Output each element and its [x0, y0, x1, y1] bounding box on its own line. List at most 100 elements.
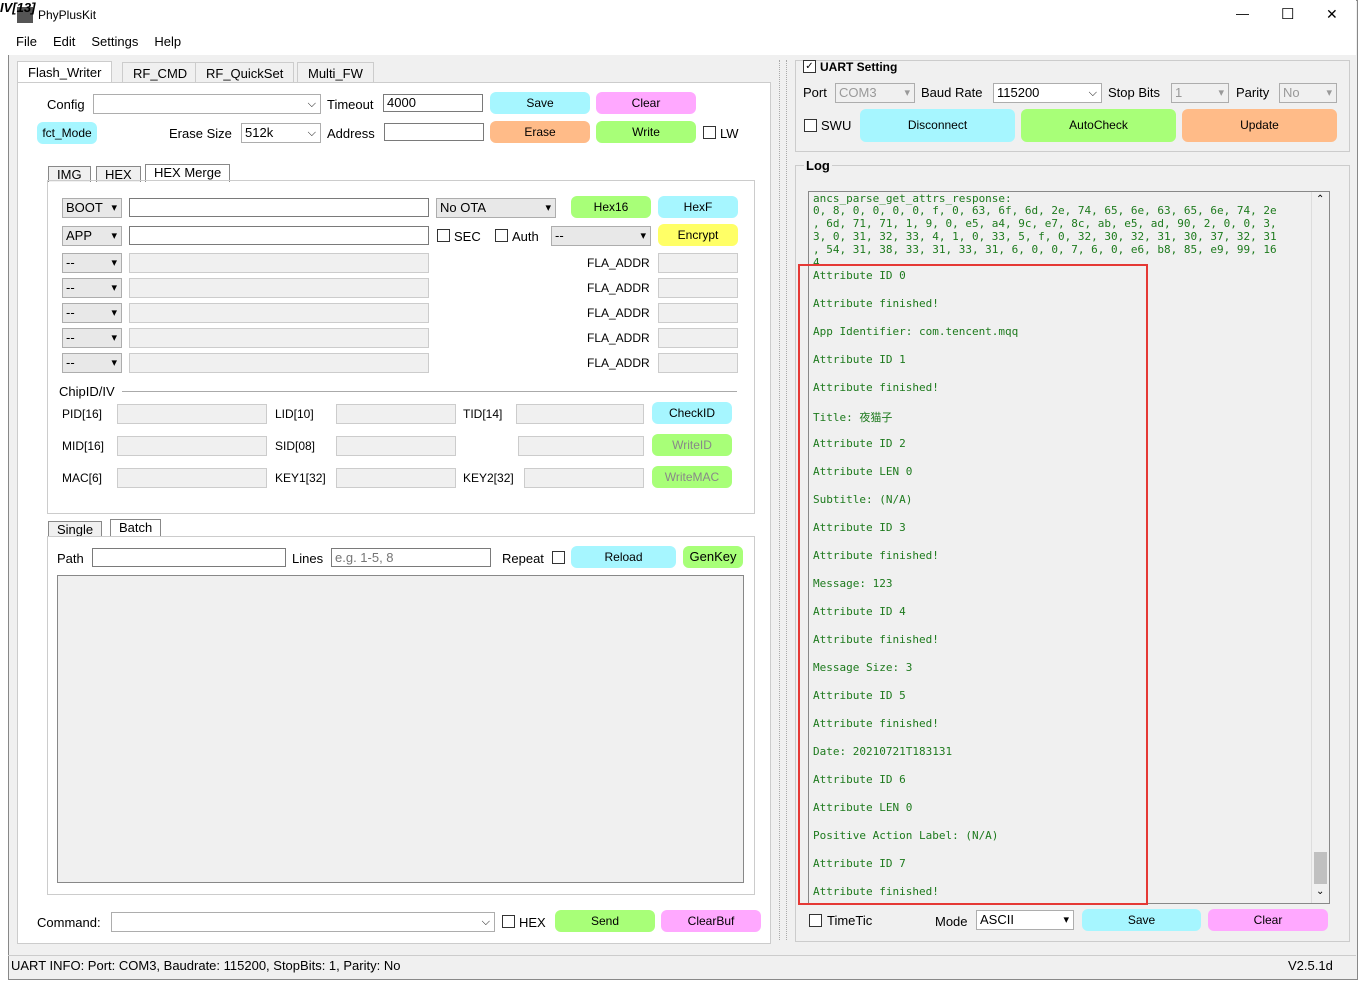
- timetic-checkbox[interactable]: [809, 914, 822, 927]
- lw-checkbox[interactable]: [703, 126, 716, 139]
- command-input[interactable]: [111, 912, 495, 932]
- sid-label: SID[08]: [275, 439, 316, 453]
- mode-select[interactable]: ASCII: [976, 910, 1074, 930]
- fla-addr-input[interactable]: [658, 253, 738, 273]
- iv-input[interactable]: [518, 436, 644, 456]
- repeat-checkbox[interactable]: [552, 551, 565, 564]
- ota-select[interactable]: No OTA: [436, 198, 556, 218]
- menu-edit[interactable]: Edit: [53, 34, 75, 49]
- key1-input[interactable]: [336, 468, 456, 488]
- fla-addr-input[interactable]: [658, 278, 738, 298]
- writemac-button[interactable]: WriteMAC: [652, 466, 732, 488]
- encrypt-button[interactable]: Encrypt: [658, 224, 738, 246]
- fla-addr-input[interactable]: [658, 328, 738, 348]
- boot-select[interactable]: BOOT: [62, 198, 122, 218]
- baud-rate-select[interactable]: 115200: [993, 83, 1102, 103]
- menu-settings[interactable]: Settings: [91, 34, 138, 49]
- uart-info: UART INFO: Port: COM3, Baudrate: 115200,…: [11, 958, 401, 973]
- region-path-input[interactable]: [129, 353, 429, 373]
- region-select[interactable]: --: [62, 353, 122, 373]
- region-select[interactable]: --: [62, 328, 122, 348]
- region-path-input[interactable]: [129, 303, 429, 323]
- region-path-input[interactable]: [129, 253, 429, 273]
- hex-checkbox[interactable]: [502, 915, 515, 928]
- pid-input[interactable]: [117, 404, 267, 424]
- log-save-button[interactable]: Save: [1082, 909, 1201, 931]
- tid-input[interactable]: [516, 404, 644, 424]
- menu-file[interactable]: File: [16, 34, 37, 49]
- reload-button[interactable]: Reload: [571, 546, 676, 568]
- region-path-input[interactable]: [129, 328, 429, 348]
- write-button[interactable]: Write: [596, 121, 696, 143]
- menu-bar: File Edit Settings Help: [8, 30, 1356, 55]
- swu-checkbox[interactable]: [804, 119, 817, 132]
- region-select[interactable]: --: [62, 278, 122, 298]
- region-path-input[interactable]: [129, 278, 429, 298]
- fla-addr-input[interactable]: [658, 303, 738, 323]
- parity-select[interactable]: No: [1279, 83, 1337, 103]
- fla-addr-label: FLA_ADDR: [587, 281, 650, 295]
- log-scrollbar[interactable]: ⌃ ⌄: [1311, 192, 1329, 903]
- address-label: Address: [327, 126, 375, 141]
- uart-setting-checkbox[interactable]: ✓: [803, 60, 816, 73]
- fct-mode-button[interactable]: fct_Mode: [37, 122, 97, 144]
- hex16-button[interactable]: Hex16: [571, 196, 651, 218]
- erase-size-label: Erase Size: [169, 126, 232, 141]
- update-button[interactable]: Update: [1182, 109, 1337, 142]
- writeid-button[interactable]: WriteID: [652, 434, 732, 456]
- auth-checkbox[interactable]: [495, 229, 508, 242]
- chipid-divider: [122, 391, 737, 392]
- scroll-down-icon[interactable]: ⌄: [1316, 886, 1324, 897]
- subtab-batch[interactable]: Batch: [110, 519, 162, 537]
- config-select[interactable]: [93, 94, 321, 114]
- stop-bits-select[interactable]: 1: [1171, 83, 1229, 103]
- subtab-single[interactable]: Single: [48, 521, 103, 537]
- auth-select[interactable]: --: [551, 226, 651, 246]
- boot-path-input[interactable]: [129, 198, 429, 217]
- timeout-input[interactable]: 4000: [383, 94, 483, 112]
- app-select[interactable]: APP: [62, 226, 122, 246]
- maximize-button[interactable]: ☐: [1281, 5, 1294, 23]
- address-input[interactable]: [384, 123, 484, 141]
- port-select[interactable]: COM3: [835, 83, 915, 103]
- clear-button[interactable]: Clear: [596, 92, 696, 114]
- region-select[interactable]: --: [62, 303, 122, 323]
- mid-input[interactable]: [117, 436, 267, 456]
- sec-checkbox[interactable]: [437, 229, 450, 242]
- iv-label: IV[13]: [0, 0, 36, 15]
- clearbuf-button[interactable]: ClearBuf: [661, 910, 761, 932]
- scroll-thumb[interactable]: [1314, 852, 1327, 884]
- mac-label: MAC[6]: [62, 471, 103, 485]
- minimize-button[interactable]: —: [1236, 6, 1249, 21]
- save-button[interactable]: Save: [490, 92, 590, 114]
- menu-help[interactable]: Help: [154, 34, 181, 49]
- scroll-up-icon[interactable]: ⌃: [1316, 194, 1324, 205]
- splitter-handle[interactable]: [779, 60, 787, 940]
- key1-label: KEY1[32]: [275, 471, 326, 485]
- checkid-button[interactable]: CheckID: [652, 402, 732, 424]
- key2-input[interactable]: [524, 468, 644, 488]
- send-button[interactable]: Send: [555, 910, 655, 932]
- close-button[interactable]: ✕: [1326, 6, 1338, 23]
- path-input[interactable]: [92, 548, 286, 567]
- disconnect-button[interactable]: Disconnect: [860, 109, 1015, 142]
- region-select[interactable]: --: [62, 253, 122, 273]
- app-path-input[interactable]: [129, 226, 429, 245]
- erase-size-select[interactable]: 512k: [241, 123, 321, 143]
- version-label: V2.5.1d: [1288, 958, 1333, 973]
- baud-rate-label: Baud Rate: [921, 85, 983, 100]
- stop-bits-label: Stop Bits: [1108, 85, 1161, 100]
- path-label: Path: [57, 551, 84, 566]
- genkey-button[interactable]: GenKey: [683, 546, 743, 568]
- hexf-button[interactable]: HexF: [658, 196, 738, 218]
- lid-input[interactable]: [336, 404, 456, 424]
- autocheck-button[interactable]: AutoCheck: [1021, 109, 1176, 142]
- log-hex-line: , 54, 31, 38, 33, 31, 33, 31, 6, 0, 0, 7…: [813, 243, 1277, 256]
- sid-input[interactable]: [336, 436, 456, 456]
- fla-addr-input[interactable]: [658, 353, 738, 373]
- batch-list[interactable]: [57, 575, 744, 883]
- mac-input[interactable]: [117, 468, 267, 488]
- lines-input[interactable]: [331, 548, 491, 567]
- erase-button[interactable]: Erase: [490, 121, 590, 143]
- log-clear-button[interactable]: Clear: [1208, 909, 1328, 931]
